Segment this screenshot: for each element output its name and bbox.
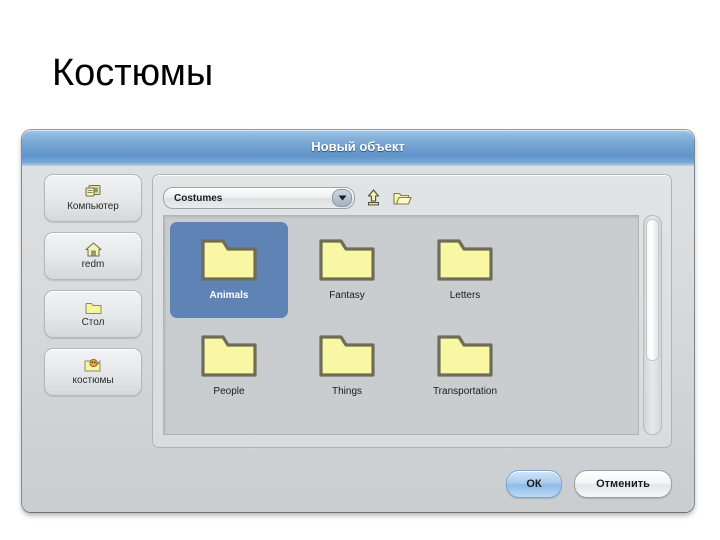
folder-icon (199, 330, 259, 380)
ok-button[interactable]: ОК (506, 470, 562, 498)
file-item-label: People (213, 386, 245, 397)
location-dropdown[interactable]: Costumes (163, 187, 355, 209)
file-item-label: Animals (209, 290, 249, 301)
folder-icon (435, 234, 495, 284)
sidebar-item-home[interactable]: redm (44, 232, 142, 280)
go-up-button[interactable] (362, 187, 384, 209)
computer-icon (85, 183, 101, 200)
sidebar-item-costumes[interactable]: костюмы (44, 348, 142, 396)
dialog-titlebar[interactable]: Новый объект (22, 130, 694, 166)
file-item-animals[interactable]: Animals (170, 222, 288, 318)
dialog-body: Компьютер redm Стол костюмы Costumes Ani… (22, 166, 694, 512)
folder-icon (199, 234, 259, 284)
sidebar-item-computer[interactable]: Компьютер (44, 174, 142, 222)
chevron-down-icon[interactable] (332, 189, 352, 207)
file-item-transportation[interactable]: Transportation (406, 318, 524, 414)
location-dropdown-value: Costumes (174, 192, 223, 204)
vertical-scrollbar[interactable] (643, 215, 662, 435)
folder-icon (317, 330, 377, 380)
places-sidebar: Компьютер redm Стол костюмы (44, 174, 146, 406)
home-icon (85, 241, 102, 258)
dialog-footer: ОК Отменить (506, 470, 672, 498)
folder-icon (435, 330, 495, 380)
sidebar-item-desktop-label: Стол (81, 317, 105, 328)
sidebar-item-home-label: redm (81, 259, 105, 270)
sidebar-item-costumes-label: костюмы (72, 375, 114, 386)
folder-image-icon (84, 357, 102, 374)
new-folder-icon (392, 190, 412, 206)
go-up-icon (366, 189, 381, 207)
file-item-label: Transportation (432, 386, 498, 397)
new-folder-button[interactable] (391, 187, 413, 209)
new-object-dialog: Новый объект Компьютер redm Стол костюмы… (22, 130, 694, 512)
file-item-letters[interactable]: Letters (406, 222, 524, 318)
dialog-title: Новый объект (311, 139, 405, 154)
file-item-label: Letters (449, 290, 481, 301)
file-item-label: Things (331, 386, 362, 397)
sidebar-item-computer-label: Компьютер (67, 201, 119, 212)
cancel-button[interactable]: Отменить (574, 470, 672, 498)
page-title: Костюмы (52, 52, 214, 94)
file-item-fantasy[interactable]: Fantasy (288, 222, 406, 318)
scrollbar-thumb[interactable] (646, 219, 659, 361)
file-grid: Animals Fantasy Letters People Things Tr… (170, 222, 632, 414)
browse-panel: Costumes Animals Fantasy Letters People … (152, 174, 672, 448)
file-item-label: Fantasy (329, 290, 365, 301)
browse-toolbar: Costumes (163, 185, 661, 211)
sidebar-item-desktop[interactable]: Стол (44, 290, 142, 338)
folder-icon (85, 299, 102, 316)
file-item-people[interactable]: People (170, 318, 288, 414)
folder-icon (317, 234, 377, 284)
file-list[interactable]: Animals Fantasy Letters People Things Tr… (163, 215, 639, 435)
file-item-things[interactable]: Things (288, 318, 406, 414)
